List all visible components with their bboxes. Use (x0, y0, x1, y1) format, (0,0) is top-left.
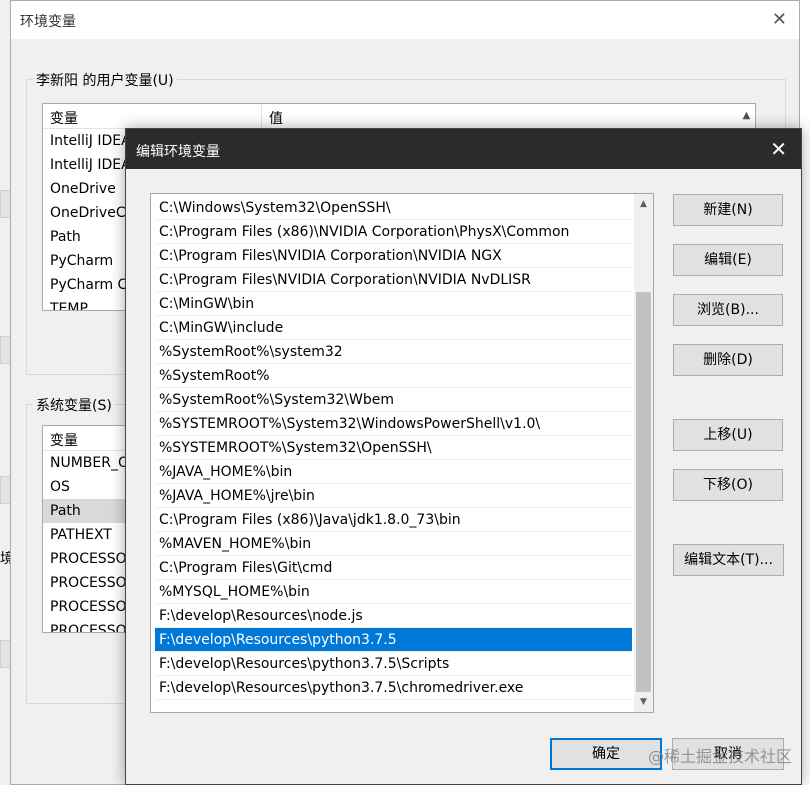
path-item[interactable]: %SYSTEMROOT%\System32\OpenSSH\ (155, 436, 632, 460)
column-header-variable[interactable]: 变量 (43, 426, 85, 450)
edit-environment-variable-dialog: 编辑环境变量 ✕ C:\Windows\System32\OpenSSH\ C:\… (125, 128, 802, 785)
path-item[interactable]: F:\develop\Resources\python3.7.5 (155, 628, 632, 652)
back-window-titlebar: 环境变量 ✕ (11, 1, 799, 39)
path-item[interactable]: %JAVA_HOME%\jre\bin (155, 484, 632, 508)
new-button[interactable]: 新建(N) (673, 194, 783, 226)
path-item[interactable]: C:\MinGW\include (155, 316, 632, 340)
path-item[interactable]: %SYSTEMROOT%\System32\WindowsPowerShell\… (155, 412, 632, 436)
dialog-titlebar: 编辑环境变量 ✕ (126, 129, 801, 169)
edit-text-button[interactable]: 编辑文本(T)... (673, 544, 784, 576)
path-item[interactable]: C:\Program Files (x86)\NVIDIA Corporatio… (155, 220, 632, 244)
path-item[interactable]: C:\MinGW\bin (155, 292, 632, 316)
path-list-scrollbar[interactable]: ▲ ▼ (634, 194, 653, 712)
column-header-value[interactable]: 值 (262, 104, 290, 128)
path-item[interactable]: C:\Program Files\NVIDIA Corporation\NVID… (155, 268, 632, 292)
delete-button[interactable]: 删除(D) (673, 344, 783, 376)
path-item[interactable]: %MYSQL_HOME%\bin (155, 580, 632, 604)
path-item[interactable]: %JAVA_HOME%\bin (155, 460, 632, 484)
path-rows: C:\Windows\System32\OpenSSH\ C:\Program F… (155, 196, 632, 700)
browse-button[interactable]: 浏览(B)... (673, 294, 783, 326)
dialog-title: 编辑环境变量 (136, 144, 220, 160)
path-item[interactable]: C:\Program Files\Git\cmd (155, 556, 632, 580)
scrollbar-thumb[interactable] (636, 292, 651, 692)
column-header-variable[interactable]: 变量 (43, 104, 262, 128)
path-item[interactable]: C:\Program Files (x86)\Java\jdk1.8.0_73\… (155, 508, 632, 532)
user-variables-legend: 李新阳 的用户变量(U) (33, 70, 177, 90)
path-item[interactable]: %MAVEN_HOME%\bin (155, 532, 632, 556)
scroll-up-icon[interactable]: ▲ (634, 194, 653, 214)
edit-button[interactable]: 编辑(E) (673, 244, 783, 276)
path-item[interactable]: %SystemRoot%\System32\Wbem (155, 388, 632, 412)
path-item[interactable]: F:\develop\Resources\python3.7.5\Scripts (155, 652, 632, 676)
dialog-close-icon[interactable]: ✕ (770, 137, 787, 161)
watermark: @稀土掘金技术社区 (647, 747, 792, 766)
system-variables-legend: 系统变量(S) (33, 395, 115, 415)
back-window-title: 环境变量 (20, 14, 76, 30)
path-item[interactable]: F:\develop\Resources\node.js (155, 604, 632, 628)
user-variables-header: 变量 值 (43, 104, 755, 129)
path-item[interactable]: F:\develop\Resources\python3.7.5\chromed… (155, 676, 632, 700)
path-item[interactable]: %SystemRoot%\system32 (155, 340, 632, 364)
move-down-button[interactable]: 下移(O) (673, 469, 783, 501)
move-up-button[interactable]: 上移(U) (673, 419, 783, 451)
back-window-close-icon[interactable]: ✕ (772, 9, 787, 30)
scroll-down-icon[interactable]: ▼ (634, 692, 653, 712)
path-list[interactable]: C:\Windows\System32\OpenSSH\ C:\Program F… (150, 193, 654, 713)
path-item[interactable]: %SystemRoot% (155, 364, 632, 388)
path-item[interactable]: C:\Windows\System32\OpenSSH\ (155, 196, 632, 220)
ok-button[interactable]: 确定 (550, 738, 662, 770)
scroll-up-icon[interactable]: ▲ (738, 104, 755, 128)
path-item[interactable]: C:\Program Files\NVIDIA Corporation\NVID… (155, 244, 632, 268)
